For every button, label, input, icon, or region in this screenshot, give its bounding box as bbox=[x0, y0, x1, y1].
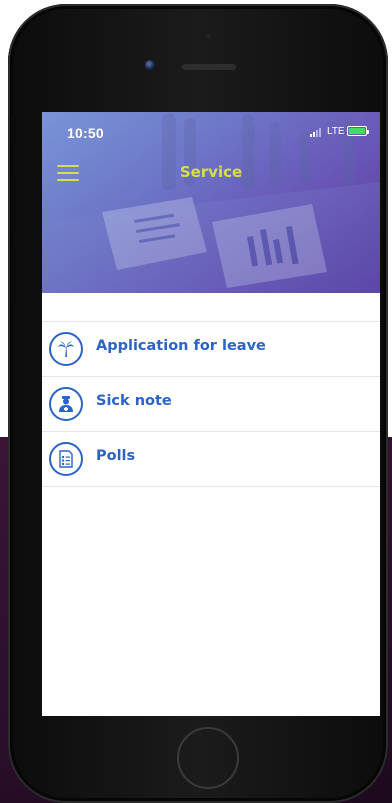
proximity-sensor bbox=[206, 34, 211, 39]
poll-document-icon bbox=[49, 442, 83, 476]
volume-down-button bbox=[11, 246, 17, 304]
header-banner: 10:50 LTE Service bbox=[42, 112, 380, 293]
list-item-application-for-leave[interactable]: Application for leave bbox=[42, 322, 380, 377]
list-item-sick-note[interactable]: Sick note bbox=[42, 377, 380, 432]
battery-icon bbox=[347, 126, 369, 136]
list-item-label: Application for leave bbox=[96, 338, 266, 354]
list-item-label: Sick note bbox=[96, 393, 172, 409]
stage: 10:50 LTE Service Application for leave … bbox=[0, 0, 392, 803]
front-camera bbox=[145, 60, 155, 70]
mute-switch bbox=[11, 114, 17, 144]
service-list: Application for leave Sick note Polls bbox=[42, 321, 380, 487]
battery-level bbox=[349, 128, 365, 134]
palm-tree-icon bbox=[49, 332, 83, 366]
volume-up-button bbox=[11, 176, 17, 234]
page-title: Service bbox=[179, 163, 243, 181]
doctor-icon bbox=[49, 387, 83, 421]
network-type-label: LTE bbox=[327, 126, 345, 137]
phone-frame: 10:50 LTE Service Application for leave … bbox=[8, 4, 388, 803]
status-time: 10:50 bbox=[67, 125, 104, 141]
status-bar: 10:50 LTE bbox=[42, 112, 380, 148]
app-screen: 10:50 LTE Service Application for leave … bbox=[42, 112, 380, 716]
home-button[interactable] bbox=[177, 727, 239, 789]
list-item-polls[interactable]: Polls bbox=[42, 432, 380, 487]
cellular-signal-icon bbox=[310, 127, 324, 137]
list-item-label: Polls bbox=[96, 448, 136, 464]
earpiece-speaker bbox=[182, 64, 236, 70]
